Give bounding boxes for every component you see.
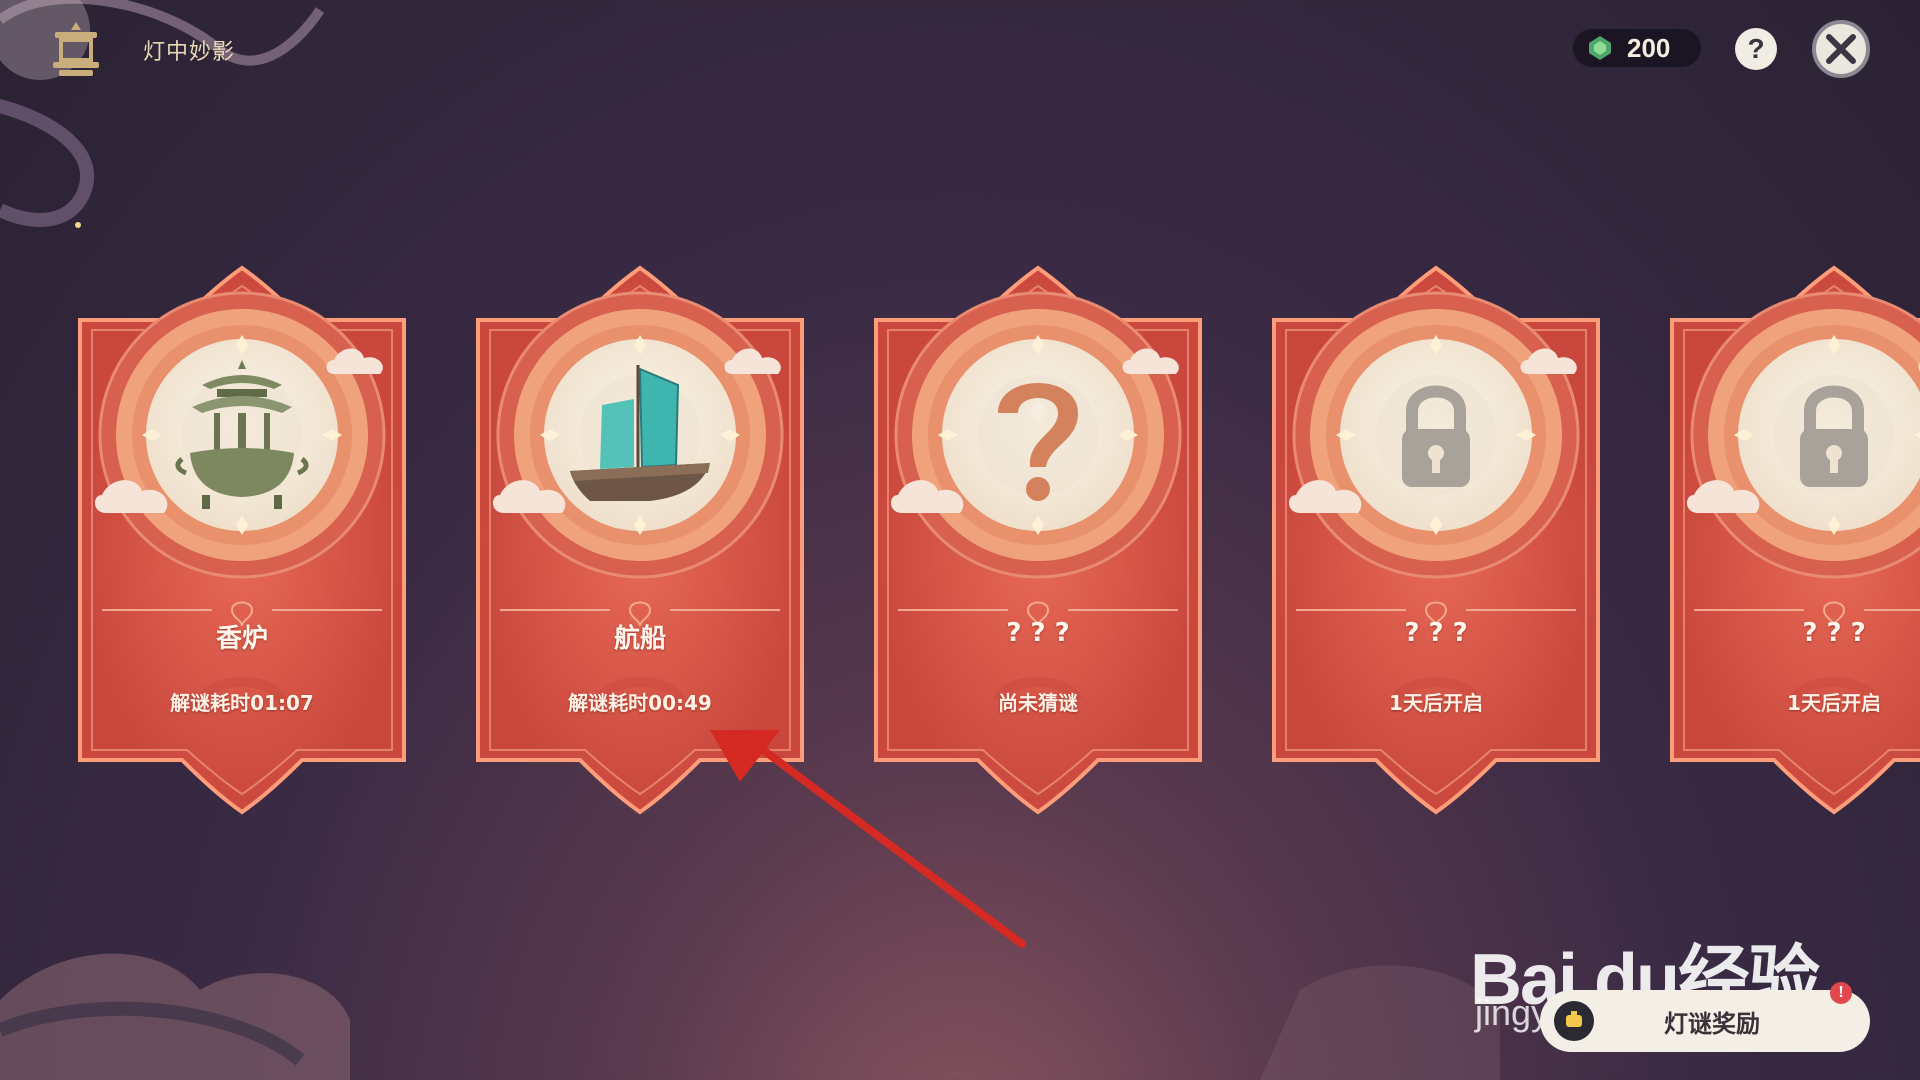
close-button[interactable] <box>1812 20 1870 78</box>
gem-icon <box>1589 36 1611 60</box>
currency-display: 200 <box>1572 28 1702 68</box>
card-status: 1天后开启 <box>1389 691 1483 715</box>
lock-icon <box>1402 385 1470 487</box>
question-mark-icon <box>998 383 1078 501</box>
reward-lantern-icon <box>1554 1001 1594 1041</box>
reward-label: 灯谜奖励 <box>1664 1009 1760 1038</box>
annotation-arrow <box>710 730 1026 948</box>
close-icon <box>1826 34 1856 64</box>
pavilion-emblem-icon <box>53 22 99 76</box>
riddle-reward-button[interactable]: 灯谜奖励 ! <box>1540 982 1870 1052</box>
card-status: 解谜耗时01:07 <box>170 691 314 715</box>
card-frame <box>72 260 412 820</box>
notification-badge: ! <box>1830 982 1852 1004</box>
riddle-card-censer[interactable]: 香炉 解谜耗时01:07 <box>72 260 412 820</box>
card-status: 1天后开启 <box>1787 691 1881 715</box>
card-title: 香炉 <box>215 624 268 654</box>
riddle-card-locked: ? ? ? 1天后开启 <box>1266 260 1606 820</box>
card-title: ? ? ? <box>1404 618 1468 648</box>
card-title: 航船 <box>613 624 666 654</box>
junk-ship-icon <box>570 365 710 501</box>
currency-amount: 200 <box>1627 32 1671 63</box>
card-title: ? ? ? <box>1006 618 1070 648</box>
censer-icon <box>175 360 309 509</box>
card-title: ? ? ? <box>1802 618 1866 648</box>
card-frame <box>1664 260 1920 820</box>
help-button[interactable]: ? <box>1735 28 1777 70</box>
card-frame <box>1266 260 1606 820</box>
riddle-card-locked: ? ? ? 1天后开启 <box>1664 260 1920 820</box>
event-title: 灯中妙影 <box>143 40 236 65</box>
lock-icon <box>1800 385 1868 487</box>
